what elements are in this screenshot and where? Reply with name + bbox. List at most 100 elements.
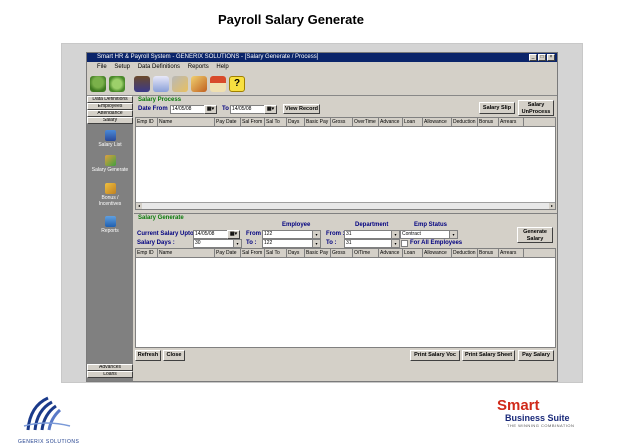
process-col-sal-from[interactable]: Sal From — [241, 118, 265, 126]
reports-icon — [104, 216, 116, 227]
process-col-sal-to[interactable]: Sal To — [265, 118, 287, 126]
process-col-name[interactable]: Name — [158, 118, 215, 126]
process-col-bonus[interactable]: Bonus — [478, 118, 499, 126]
sidebar-tab-advances[interactable]: Advances — [87, 364, 133, 371]
process-col-basic-pay[interactable]: Basic Pay — [305, 118, 331, 126]
generate-col-deduction[interactable]: Deduction — [452, 249, 478, 257]
salary-days-select[interactable]: 30 ▾ — [193, 239, 242, 248]
close-button[interactable]: × — [547, 54, 555, 61]
salary-unprocess-button[interactable]: Salary UnProcess — [518, 100, 554, 116]
section-divider — [134, 213, 557, 214]
chevron-down-icon: ▾ — [312, 231, 320, 238]
generate-col-advance[interactable]: Advance — [379, 249, 403, 257]
sidebar: Data Definitions Employees Attendance Sa… — [87, 96, 133, 381]
view-record-button[interactable]: View Record — [283, 104, 320, 114]
generix-logo: GENERIX SOLUTIONS — [18, 392, 79, 445]
dept-to-select[interactable]: 31 ▾ — [344, 239, 400, 248]
sidebar-item-reports[interactable]: Reports — [87, 216, 133, 234]
smart-business-suite-logo: Smart Business Suite THE WINNING COMBINA… — [497, 398, 574, 428]
generate-col-bonus[interactable]: Bonus — [478, 249, 499, 257]
maximize-button[interactable]: □ — [538, 54, 546, 61]
sidebar-tab-employees[interactable]: Employees — [87, 103, 133, 110]
menu-file[interactable]: File — [97, 64, 107, 70]
window-title: Smart HR & Payroll System - GENERIX SOLU… — [97, 54, 319, 60]
report-icon[interactable] — [153, 76, 169, 92]
print-salary-voc-button[interactable]: Print Salary Voc — [410, 350, 460, 361]
salary-process-heading: Salary Process — [138, 97, 182, 103]
tools-icon[interactable] — [172, 76, 188, 92]
generate-col-o-time[interactable]: O/Time — [353, 249, 379, 257]
date-from-field[interactable]: 14/05/08 — [170, 105, 205, 114]
sidebar-tab-data-definitions[interactable]: Data Definitions — [87, 96, 133, 103]
sidebar-tab-attendance[interactable]: Attendance — [87, 110, 133, 117]
users-icon[interactable] — [90, 76, 106, 92]
salary-upto-spinner[interactable]: ▦▾ — [227, 230, 240, 239]
process-col-loan[interactable]: Loan — [403, 118, 423, 126]
generate-col-sal-from[interactable]: Sal From — [241, 249, 265, 257]
emp-status-select[interactable]: Contract ▾ — [400, 230, 458, 239]
process-col-overtime[interactable]: OverTime — [353, 118, 379, 126]
generate-col-emp-id[interactable]: Emp ID — [136, 249, 158, 257]
salary-generate-grid-header: Emp ID Name Pay Date Sal From Sal To Days Basi… — [136, 249, 555, 258]
generate-col-sal-to[interactable]: Sal To — [265, 249, 287, 257]
process-col-arrears[interactable]: Arrears — [499, 118, 524, 126]
process-col-gross[interactable]: Gross — [331, 118, 353, 126]
menu-reports[interactable]: Reports — [188, 64, 209, 70]
scroll-right-arrow[interactable]: ▸ — [549, 203, 555, 209]
process-col-pay-date[interactable]: Pay Date — [215, 118, 241, 126]
help-icon[interactable]: ? — [229, 76, 245, 92]
date-to-spinner[interactable]: ▦▾ — [264, 105, 277, 114]
edit-icon[interactable] — [191, 76, 207, 92]
generate-col-pay-date[interactable]: Pay Date — [215, 249, 241, 257]
scroll-left-arrow[interactable]: ◂ — [136, 203, 142, 209]
sidebar-item-salary-list[interactable]: Salary List — [87, 130, 133, 148]
process-col-advance[interactable]: Advance — [379, 118, 403, 126]
employee-icon[interactable] — [134, 76, 150, 92]
process-col-deduction[interactable]: Deduction — [452, 118, 478, 126]
generate-col-basic-pay[interactable]: Basic Pay — [305, 249, 331, 257]
dept-from-label: From : — [326, 231, 345, 237]
for-all-employees-checkbox[interactable] — [401, 240, 408, 247]
grid-horizontal-scrollbar[interactable]: ◂ ▸ — [136, 202, 555, 209]
refresh-button[interactable]: Refresh — [135, 350, 161, 361]
generate-col-days[interactable]: Days — [287, 249, 305, 257]
menu-setup[interactable]: Setup — [114, 64, 130, 70]
tagline-text: THE WINNING COMBINATION — [507, 423, 575, 428]
process-col-emp-id[interactable]: Emp ID — [136, 118, 158, 126]
salary-days-label: Salary Days : — [137, 240, 175, 246]
close-button-bottom[interactable]: Close — [163, 350, 185, 361]
process-col-days[interactable]: Days — [287, 118, 305, 126]
emp-to-select[interactable]: 122 ▾ — [262, 239, 321, 248]
date-to-field[interactable]: 14/05/08 — [230, 105, 265, 114]
dept-to-label: To : — [326, 240, 337, 246]
sidebar-item-salary-generate[interactable]: Salary Generate — [87, 155, 133, 173]
current-salary-upto-label: Current Salary Upto : — [137, 231, 198, 237]
refresh-icon[interactable] — [109, 76, 125, 92]
date-from-spinner[interactable]: ▦▾ — [204, 105, 217, 114]
generate-col-name[interactable]: Name — [158, 249, 215, 257]
menu-help[interactable]: Help — [216, 64, 228, 70]
minimize-button[interactable]: _ — [529, 54, 537, 61]
menu-data-definitions[interactable]: Data Definitions — [138, 64, 180, 70]
emp-from-select[interactable]: 122 ▾ — [262, 230, 321, 239]
salary-slip-button[interactable]: Salary Slip — [479, 102, 515, 114]
generate-col-arrears[interactable]: Arrears — [499, 249, 524, 257]
employee-header: Employee — [282, 222, 311, 228]
print-salary-sheet-button[interactable]: Print Salary Sheet — [462, 350, 515, 361]
process-col-allowance[interactable]: Allowance — [423, 118, 452, 126]
chevron-down-icon: ▾ — [233, 240, 241, 247]
generate-col-loan[interactable]: Loan — [403, 249, 423, 257]
generate-salary-button[interactable]: Generate Salary — [517, 227, 553, 243]
sidebar-tab-salary[interactable]: Salary — [87, 117, 133, 124]
chevron-down-icon: ▾ — [449, 231, 457, 238]
sidebar-item-bonus-incentives[interactable]: Bonus / Incentives — [87, 183, 133, 207]
generate-col-gross[interactable]: Gross — [331, 249, 353, 257]
sidebar-tab-loans[interactable]: Loans — [87, 371, 133, 378]
pay-salary-button[interactable]: Pay Salary — [518, 350, 554, 361]
generate-col-allowance[interactable]: Allowance — [423, 249, 452, 257]
dept-from-select[interactable]: 31 ▾ — [344, 230, 400, 239]
home-icon[interactable] — [210, 76, 226, 92]
salary-generate-grid[interactable]: Emp ID Name Pay Date Sal From Sal To Days Basi… — [135, 248, 556, 348]
current-salary-upto-field[interactable]: 14/05/08 — [193, 230, 228, 239]
salary-process-grid[interactable]: Emp ID Name Pay Date Sal From Sal To Days Basi… — [135, 117, 556, 210]
